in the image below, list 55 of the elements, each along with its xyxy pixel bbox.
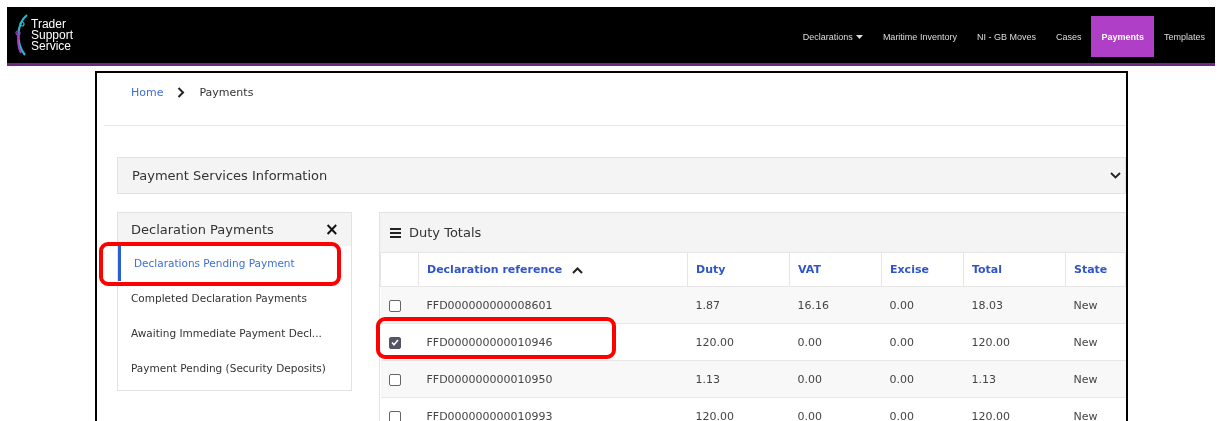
accordion-title: Payment Services Information xyxy=(132,168,328,183)
table-cell: 0.00 xyxy=(889,298,914,312)
table-cell: New xyxy=(1073,335,1098,349)
table-cell: 18.03 xyxy=(971,298,1003,312)
sidebar-item[interactable]: Declarations Pending Payment xyxy=(118,246,351,281)
column-header[interactable]: Excise xyxy=(890,263,929,276)
table-cell: 1.13 xyxy=(971,372,996,386)
column-header[interactable]: Declaration reference xyxy=(427,263,563,276)
nav-tab[interactable]: Declarations xyxy=(792,16,873,57)
breadcrumb-current: Payments xyxy=(199,86,254,99)
sidebar-item[interactable]: Completed Declaration Payments xyxy=(118,281,351,316)
logo-text: Trader Support Service xyxy=(31,18,74,52)
nav-tab[interactable]: Maritime Inventory xyxy=(872,16,967,57)
sidebar-item[interactable]: Payment Pending (Security Deposits) xyxy=(118,351,351,386)
panel-title: Duty Totals xyxy=(409,225,482,240)
table-cell: 0.00 xyxy=(797,409,822,421)
table-cell: New xyxy=(1073,409,1098,421)
row-checkbox[interactable] xyxy=(388,336,401,349)
row-checkbox[interactable] xyxy=(388,373,401,386)
column-header[interactable]: VAT xyxy=(798,263,821,276)
table-cell: New xyxy=(1073,372,1098,386)
nav-tab[interactable]: Templates xyxy=(1153,16,1215,57)
nav-tab[interactable]: Cases xyxy=(1045,16,1092,57)
nav-tab[interactable]: Payments xyxy=(1091,16,1154,57)
close-icon[interactable]: × xyxy=(324,221,339,238)
accordion-bar[interactable]: Payment Services Information xyxy=(117,157,1126,194)
logo-icon xyxy=(15,13,29,57)
list-icon xyxy=(390,227,401,238)
table-cell: 120.00 xyxy=(695,335,734,349)
check-icon xyxy=(390,339,399,346)
sidebar-item[interactable]: Awaiting Immediate Payment Decl... xyxy=(118,316,351,351)
breadcrumb-link[interactable]: Home xyxy=(131,86,164,99)
row-checkbox[interactable] xyxy=(388,299,401,312)
table-cell: FFD000000000010950 xyxy=(426,372,553,386)
table-cell: FFD000000000010993 xyxy=(426,409,553,421)
column-header[interactable]: Duty xyxy=(696,263,726,276)
table-cell: 0.00 xyxy=(889,335,914,349)
table-cell: 1.13 xyxy=(695,372,720,386)
table-cell: 1.87 xyxy=(695,298,720,312)
table-cell: 0.00 xyxy=(889,372,914,386)
table-cell: 120.00 xyxy=(971,409,1010,421)
table-cell: New xyxy=(1073,298,1098,312)
table-cell: FFD000000000008601 xyxy=(426,298,553,312)
column-header[interactable]: Total xyxy=(972,263,1003,276)
table-cell: 16.16 xyxy=(797,298,829,312)
panel-title: Declaration Payments xyxy=(131,222,274,237)
table-cell: 120.00 xyxy=(695,409,734,421)
chevron-right-icon xyxy=(177,87,186,98)
row-checkbox[interactable] xyxy=(388,410,401,421)
table-cell: 120.00 xyxy=(971,335,1010,349)
nav-tab[interactable]: NI - GB Moves xyxy=(966,16,1046,57)
table-cell: 0.00 xyxy=(889,409,914,421)
table-cell: FFD000000000010946 xyxy=(426,335,553,349)
table-cell: 0.00 xyxy=(797,372,822,386)
table-cell: 0.00 xyxy=(797,335,822,349)
